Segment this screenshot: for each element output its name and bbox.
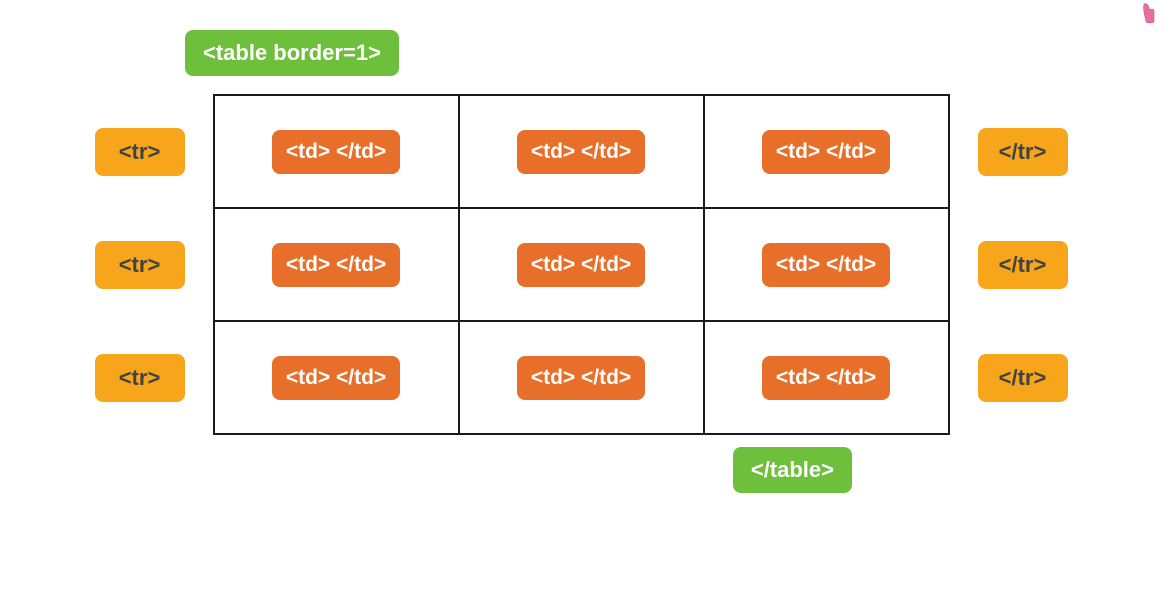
tr-close-tag-2: </tr> [978, 241, 1068, 289]
table-row: <td> </td> <td> </td> <td> </td> [214, 208, 949, 321]
tr-close-tag-1: </tr> [978, 128, 1068, 176]
table-cell: <td> </td> [459, 208, 704, 321]
table-open-tag-wrapper: <table border=1> [185, 30, 399, 76]
tr-close-tag-3: </tr> [978, 354, 1068, 402]
td-tag: <td> </td> [762, 243, 890, 287]
tr-open-tag-2: <tr> [95, 241, 185, 289]
right-tr-column: </tr> </tr> </tr> [978, 128, 1068, 402]
td-tag: <td> </td> [517, 356, 645, 400]
table-cell: <td> </td> [459, 321, 704, 434]
table-cell: <td> </td> [214, 95, 459, 208]
table-cell: <td> </td> [214, 321, 459, 434]
td-tag: <td> </td> [762, 356, 890, 400]
left-tr-column: <tr> <tr> <tr> [95, 128, 185, 402]
td-tag: <td> </td> [517, 130, 645, 174]
table-cell: <td> </td> [704, 95, 949, 208]
td-tag: <td> </td> [517, 243, 645, 287]
td-tag: <td> </td> [272, 130, 400, 174]
tr-open-tag-3: <tr> [95, 354, 185, 402]
table-close-tag-wrapper: </table> [733, 447, 852, 493]
tr-open-tag-1: <tr> [95, 128, 185, 176]
table-row: <td> </td> <td> </td> <td> </td> [214, 321, 949, 434]
html-table-grid: <td> </td> <td> </td> <td> </td> <td> </… [213, 94, 950, 435]
table-cell: <td> </td> [214, 208, 459, 321]
corner-decoration-icon [1140, 2, 1160, 30]
table-cell: <td> </td> [459, 95, 704, 208]
table-open-tag: <table border=1> [185, 30, 399, 76]
table-cell: <td> </td> [704, 208, 949, 321]
td-tag: <td> </td> [272, 243, 400, 287]
td-tag: <td> </td> [272, 356, 400, 400]
main-row: <tr> <tr> <tr> <td> </td> <td> </td> <td… [95, 94, 1068, 435]
table-close-tag: </table> [733, 447, 852, 493]
diagram-container: <table border=1> <tr> <tr> <tr> <td> </t… [20, 30, 1142, 493]
table-row: <td> </td> <td> </td> <td> </td> [214, 95, 949, 208]
table-cell: <td> </td> [704, 321, 949, 434]
td-tag: <td> </td> [762, 130, 890, 174]
